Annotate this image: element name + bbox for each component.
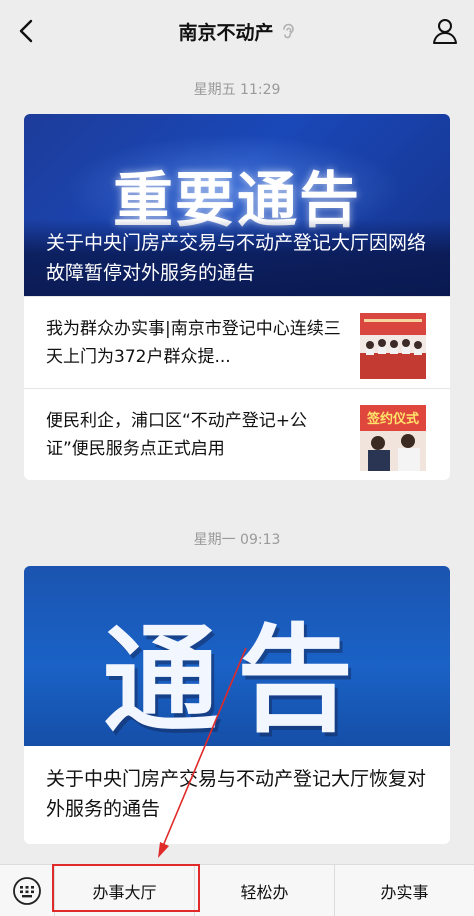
- back-button[interactable]: [12, 16, 42, 46]
- menu-item-service-hall[interactable]: 办事大厅: [54, 864, 194, 916]
- menu-item-practical-affairs[interactable]: 办实事: [334, 864, 474, 916]
- keyboard-icon: [13, 876, 41, 905]
- headline-caption: 关于中央门房产交易与不动产登记大厅恢复对外服务的通告: [46, 768, 427, 820]
- bottom-menu-bar: 办事大厅 轻松办 办实事: [0, 864, 474, 916]
- article-card[interactable]: 通告 关于中央门房产交易与不动产登记大厅恢复对外服务的通告: [24, 566, 450, 844]
- banner-title: 通告: [103, 613, 371, 746]
- menu-item-easy-service[interactable]: 轻松办: [194, 864, 334, 916]
- article-thumbnail: [360, 313, 426, 379]
- thumbnail-text: 签约仪式: [366, 411, 419, 427]
- article-thumbnail: 签约仪式: [360, 405, 426, 471]
- article-list-item[interactable]: 我为群众办实事|南京市登记中心连续三天上门为372户群众提...: [24, 296, 450, 388]
- article-card: 重要通告 关于中央门房产交易与不动产登记大厅因网络故障暂停对外服务的通告 我为群…: [24, 114, 450, 480]
- keyboard-toggle-button[interactable]: [0, 865, 54, 916]
- ear-icon: [282, 23, 294, 39]
- top-bar: 南京不动产: [0, 0, 474, 62]
- title-wrap: 南京不动产: [178, 18, 295, 45]
- headline-caption: 关于中央门房产交易与不动产登记大厅因网络故障暂停对外服务的通告: [46, 232, 427, 284]
- page-title: 南京不动产: [178, 21, 274, 44]
- article-list-item[interactable]: 便民利企，浦口区“不动产登记+公证”便民服务点正式启用 签约仪式: [24, 388, 450, 480]
- message-timestamp: 星期五 11:29: [193, 82, 281, 98]
- chevron-left-icon: [19, 19, 33, 43]
- person-icon: [433, 19, 457, 44]
- headline-article-banner[interactable]: 重要通告 关于中央门房产交易与不动产登记大厅因网络故障暂停对外服务的通告: [24, 114, 450, 296]
- message-timestamp: 星期一 09:13: [193, 532, 281, 548]
- article-title: 我为群众办实事|南京市登记中心连续三天上门为372户群众提...: [46, 319, 341, 367]
- notice-banner: 通告: [24, 566, 450, 746]
- article-title: 便民利企，浦口区“不动产登记+公证”便民服务点正式启用: [46, 411, 308, 459]
- profile-button[interactable]: [430, 16, 460, 46]
